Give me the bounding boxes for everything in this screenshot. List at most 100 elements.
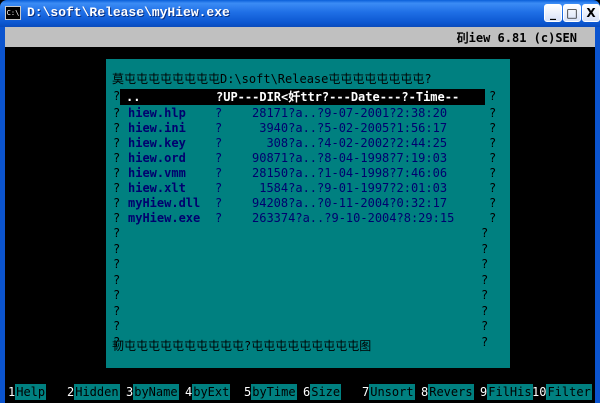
fkey-number: 5 (244, 385, 252, 399)
window-frame-right (595, 27, 600, 403)
fkey-number: 8 (421, 385, 429, 399)
list-item[interactable]: ? myHiew.dll? 94208?a..?0-11-2004?0:32:17? (106, 196, 510, 211)
row-border-right: ? (489, 136, 497, 150)
fkey-label: Filter (546, 384, 592, 400)
row-border-left: ? (113, 106, 121, 120)
parent-dir-entry[interactable]: .. (126, 89, 140, 105)
file-info: 28171?a..?9-07-2001?2:38:20 (252, 106, 448, 120)
column-header-bar: .. ?UP---DIR<奷ttr?---Date---?-Time-- (120, 89, 485, 105)
hiew-status-bar: 矵iew 6.81 (c)SEN (5, 27, 595, 47)
panel-side-left: ? (113, 303, 121, 318)
title-bar[interactable]: C:\ D:\soft\Release\myHiew.exe _ □ X (0, 0, 600, 27)
fkey-number: 1 (8, 385, 16, 399)
fkey-filhis[interactable]: 9FilHis (480, 384, 533, 400)
panel-side-right: ? (481, 319, 489, 333)
fkey-bytime[interactable]: 5byTime (244, 384, 297, 400)
file-attr-separator: ? (215, 196, 223, 210)
file-info: 308?a..?4-02-2002?2:44:25 (252, 136, 448, 150)
panel-side-left: ? (113, 257, 121, 271)
close-button[interactable]: X (582, 4, 600, 22)
fkey-number: 10 (532, 385, 547, 399)
list-item[interactable]: ? hiew.xlt? 1584?a..?9-01-1997?2:01:03? (106, 181, 510, 196)
list-item[interactable]: ? hiew.ord? 90871?a..?8-04-1998?7:19:03? (106, 151, 510, 166)
file-attr-separator: ? (215, 136, 223, 150)
row-border-left: ? (113, 136, 121, 150)
fkey-number: 9 (480, 385, 488, 399)
fkey-label: byExt (192, 384, 231, 400)
fkey-number: 2 (67, 385, 75, 399)
fkey-label: Revers (428, 384, 474, 400)
version-text: 矵iew 6.81 (c)SEN (456, 31, 577, 45)
function-key-bar: 1Help 2Hidden 3byName 4byExt 5byTime 6Size 7Un… (5, 383, 595, 403)
fkey-filter[interactable]: 10Filter (532, 384, 592, 400)
fkey-label: Help (15, 384, 47, 400)
window-title: D:\soft\Release\myHiew.exe (27, 5, 230, 20)
fkey-number: 6 (303, 385, 311, 399)
row-border-left: ? (113, 121, 121, 135)
file-name: myHiew.exe (128, 211, 201, 225)
fkey-number: 3 (126, 385, 134, 399)
fkey-label: Hidden (74, 384, 120, 400)
minimize-button[interactable]: _ (544, 4, 562, 22)
file-info: 263374?a..?9-10-2004?8:29:15 (252, 211, 455, 225)
panel-side-right: ? (489, 89, 497, 103)
file-attr-separator: ? (215, 166, 223, 180)
file-info: 94208?a..?0-11-2004?0:32:17 (252, 196, 448, 210)
file-info: 3940?a..?5-02-2005?1:56:17 (252, 121, 448, 135)
file-info: 90871?a..?8-04-1998?7:19:03 (252, 151, 448, 165)
fkey-label: FilHis (487, 384, 533, 400)
file-attr-separator: ? (215, 181, 223, 195)
maximize-button[interactable]: □ (563, 4, 581, 22)
fkey-label: byName (133, 384, 179, 400)
list-item[interactable]: ? hiew.key? 308?a..?4-02-2002?2:44:25? (106, 136, 510, 151)
file-attr-separator: ? (215, 106, 223, 120)
list-item[interactable]: ? hiew.ini? 3940?a..?5-02-2005?1:56:17? (106, 121, 510, 136)
file-name: hiew.ini (128, 121, 186, 135)
fkey-unsort[interactable]: 7Unsort (362, 384, 415, 400)
file-name: hiew.key (128, 136, 186, 150)
file-attr-separator: ? (215, 211, 223, 225)
fkey-label: Unsort (369, 384, 415, 400)
fkey-revers[interactable]: 8Revers (421, 384, 474, 400)
panel-side-left: ? (113, 226, 121, 240)
row-border-right: ? (489, 106, 497, 120)
file-info: 1584?a..?9-01-1997?2:01:03 (252, 181, 448, 195)
console-icon[interactable]: C:\ (5, 6, 21, 20)
fkey-hidden[interactable]: 2Hidden (67, 384, 120, 400)
row-border-right: ? (489, 181, 497, 195)
file-name: myHiew.dll (128, 196, 201, 210)
file-attr-separator: ? (215, 151, 223, 165)
panel-bottom-border: 韧屯屯屯屯屯屯屯屯屯屯?屯屯屯屯屯屯屯屯屯图 (112, 339, 372, 353)
panel-top-border: 莫屯屯屯屯屯屯屯屯D:\soft\Release屯屯屯屯屯屯屯屯? (112, 72, 432, 86)
row-border-left: ? (113, 196, 121, 210)
list-item[interactable]: ? hiew.vmm? 28150?a..?1-04-1998?7:46:06? (106, 166, 510, 181)
panel-side-right: ? (481, 272, 489, 287)
file-name: hiew.vmm (128, 166, 186, 180)
file-name: hiew.ord (128, 151, 186, 165)
fkey-size[interactable]: 6Size (303, 384, 342, 400)
panel-side-left: ? (113, 319, 121, 333)
fkey-byext[interactable]: 4byExt (185, 384, 231, 400)
fkey-label: Size (310, 384, 342, 400)
row-border-left: ? (113, 151, 121, 165)
fkey-help[interactable]: 1Help (8, 384, 47, 400)
file-panel: 莫屯屯屯屯屯屯屯屯D:\soft\Release屯屯屯屯屯屯屯屯? ? .. ?… (106, 59, 510, 368)
row-border-right: ? (489, 211, 497, 225)
fkey-number: 4 (185, 385, 193, 399)
panel-side-right: ? (481, 257, 489, 271)
panel-side-right: ? (481, 241, 489, 256)
column-header: ?UP---DIR<奷ttr?---Date---?-Time-- (216, 90, 460, 104)
row-border-left: ? (113, 181, 121, 195)
file-attr-separator: ? (215, 121, 223, 135)
panel-side-right: ? (481, 303, 489, 318)
file-info: 28150?a..?1-04-1998?7:46:06 (252, 166, 448, 180)
list-item[interactable]: ? hiew.hlp? 28171?a..?9-07-2001?2:38:20? (106, 106, 510, 121)
panel-side-left: ? (113, 272, 121, 287)
file-name: hiew.hlp (128, 106, 186, 120)
fkey-number: 7 (362, 385, 370, 399)
panel-side-right: ? (481, 288, 489, 302)
row-border-right: ? (489, 121, 497, 135)
list-item[interactable]: ? myHiew.exe? 263374?a..?9-10-2004?8:29:15… (106, 211, 510, 226)
console-area: 莫屯屯屯屯屯屯屯屯D:\soft\Release屯屯屯屯屯屯屯屯? ? .. ?… (5, 47, 595, 383)
fkey-byname[interactable]: 3byName (126, 384, 179, 400)
